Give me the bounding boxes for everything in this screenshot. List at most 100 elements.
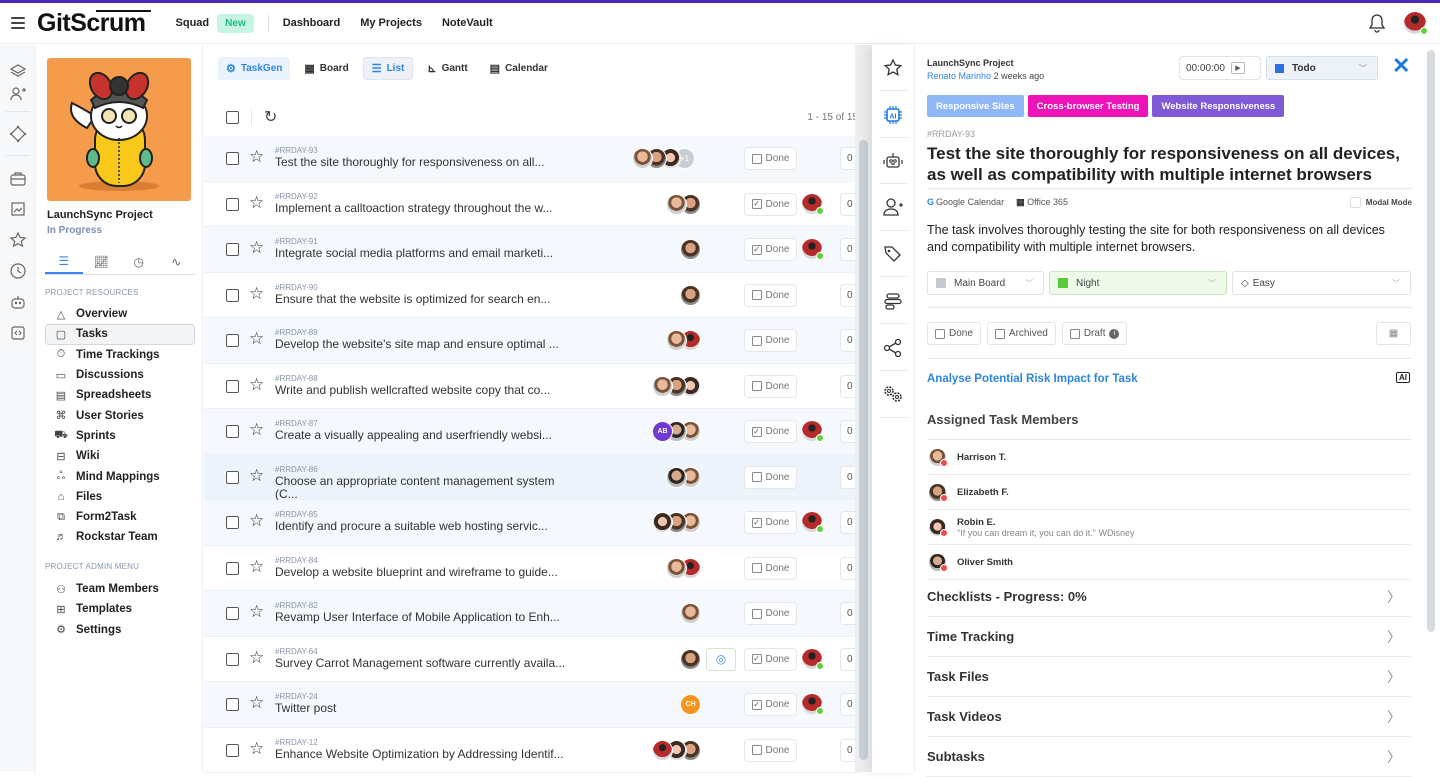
assignee-initials-avatar[interactable]: AB xyxy=(652,421,673,442)
list-scrollbar[interactable] xyxy=(855,45,872,772)
assignee-avatar[interactable] xyxy=(680,603,701,624)
view-tab-taskgen[interactable]: ⚙ TaskGen xyxy=(218,57,291,80)
task-row[interactable]: ☆ #RRDAY-92 Implement a calltoaction strat… xyxy=(204,182,860,227)
assignee-avatar[interactable] xyxy=(652,375,673,397)
diamond-icon[interactable] xyxy=(9,125,27,143)
screenshot-icon[interactable] xyxy=(9,200,27,218)
tab-stats[interactable]: 📈︎ xyxy=(83,249,121,274)
row-checkbox[interactable] xyxy=(226,334,239,347)
scrollbar-thumb[interactable] xyxy=(859,140,868,760)
star-icon[interactable]: ☆ xyxy=(249,648,264,668)
row-checkbox[interactable] xyxy=(226,243,239,256)
done-button[interactable]: Done xyxy=(744,738,797,762)
star-icon[interactable]: ☆ xyxy=(249,329,264,349)
done-button[interactable]: Done xyxy=(744,374,797,398)
done-button[interactable]: ✓ Done xyxy=(744,192,797,216)
sidebar-item-rockstar-team[interactable]: ♬ Rockstar Team xyxy=(45,527,195,547)
close-icon[interactable]: ✕ xyxy=(1392,55,1410,77)
info-icon[interactable]: i xyxy=(1109,328,1120,339)
clock-icon[interactable] xyxy=(9,262,27,280)
completed-by-avatar[interactable] xyxy=(802,648,824,670)
task-title[interactable]: Survey Carrot Management software curren… xyxy=(275,656,575,670)
task-row[interactable]: ☆ #RRDAY-93 Test the site thoroughly for r… xyxy=(204,136,860,182)
hamburger-menu-icon[interactable] xyxy=(11,17,25,29)
task-row[interactable]: ☆ #RRDAY-91 Integrate social media platfor… xyxy=(204,227,860,273)
sidebar-item-files[interactable]: ⌂ Files xyxy=(45,487,195,507)
bell-icon[interactable] xyxy=(1368,13,1386,33)
sidebar-item-user-stories[interactable]: ⌘ User Stories xyxy=(45,405,195,425)
task-title[interactable]: Test the site thoroughly for responsiven… xyxy=(927,143,1407,185)
done-button[interactable]: ✓ Done xyxy=(744,693,797,716)
task-title[interactable]: Write and publish wellcrafted website co… xyxy=(275,383,575,397)
member-row[interactable]: Elizabeth F. xyxy=(927,475,1411,510)
star-icon[interactable]: ☆ xyxy=(249,375,264,395)
done-checkbox[interactable]: Done xyxy=(927,322,981,345)
app-logo[interactable]: GitScrum xyxy=(37,9,151,38)
assignee-avatar[interactable] xyxy=(632,148,653,169)
sidebar-item-templates[interactable]: ⊞ Templates xyxy=(45,599,195,619)
add-member-icon[interactable] xyxy=(882,196,904,218)
star-icon[interactable]: ☆ xyxy=(249,466,264,486)
star-icon[interactable] xyxy=(882,57,904,79)
done-button[interactable]: Done xyxy=(744,602,797,625)
row-checkbox[interactable] xyxy=(226,379,239,393)
row-checkbox[interactable] xyxy=(226,516,239,529)
member-row[interactable]: Harrison T. xyxy=(927,440,1411,475)
sidebar-item-overview[interactable]: △ Overview xyxy=(45,304,195,324)
effort-select[interactable]: ◇ Easy ﹀ xyxy=(1232,271,1411,295)
task-row[interactable]: ☆ #RRDAY-64 Survey Carrot Management softw… xyxy=(204,637,860,682)
assignee-avatar[interactable] xyxy=(680,239,701,260)
done-button[interactable]: ✓ Done xyxy=(744,238,797,261)
task-tag[interactable]: Website Responsiveness xyxy=(1152,95,1285,117)
section-checklists-progress-0[interactable]: Checklists - Progress: 0% 〉 xyxy=(927,577,1411,617)
star-icon[interactable]: ☆ xyxy=(249,739,264,759)
sidebar-item-team-members[interactable]: ⚇ Team Members xyxy=(45,579,195,599)
watch-eye-icon[interactable]: ◎ xyxy=(706,647,736,671)
member-avatar[interactable] xyxy=(929,518,948,537)
author-link[interactable]: Renato Marinho xyxy=(927,71,991,81)
done-button[interactable]: Done xyxy=(744,283,797,307)
share-icon[interactable] xyxy=(882,337,904,359)
section-time-tracking[interactable]: Time Tracking 〉 xyxy=(927,617,1411,657)
task-row[interactable]: ☆ #RRDAY-12 Enhance Website Optimization b… xyxy=(204,728,860,773)
nav-dashboard[interactable]: Dashboard xyxy=(283,17,340,29)
task-title[interactable]: Integrate social media platforms and ema… xyxy=(275,247,575,260)
task-row[interactable]: ☆ #RRDAY-24 Twitter post CH ✓ Done 0 xyxy=(204,682,860,728)
sidebar-item-settings[interactable]: ⚙ Settings xyxy=(45,620,195,640)
star-icon[interactable]: ☆ xyxy=(249,602,264,622)
scrollbar-thumb[interactable] xyxy=(1427,50,1435,632)
completed-by-avatar[interactable] xyxy=(802,239,824,260)
row-checkbox[interactable] xyxy=(226,152,239,165)
user-avatar[interactable] xyxy=(1404,12,1428,35)
task-row[interactable]: ☆ #RRDAY-89 Develop the website's site map… xyxy=(204,318,860,364)
layers-add-icon[interactable] xyxy=(9,61,27,79)
play-icon[interactable]: ▶ xyxy=(1230,62,1245,74)
analyse-risk-link[interactable]: Analyse Potential Risk Impact for Task xyxy=(927,373,1138,385)
task-title[interactable]: Twitter post xyxy=(275,702,575,715)
google-calendar-link[interactable]: G Google Calendar xyxy=(927,197,1004,208)
detail-scrollbar[interactable] xyxy=(1424,45,1440,772)
completed-by-avatar[interactable] xyxy=(802,694,824,715)
member-avatar[interactable] xyxy=(929,483,948,502)
task-title[interactable]: Revamp User Interface of Mobile Applicat… xyxy=(275,611,575,624)
tab-history[interactable]: ◷ xyxy=(120,249,158,274)
row-checkbox[interactable] xyxy=(226,197,239,211)
task-row[interactable]: ☆ #RRDAY-84 Develop a website blueprint an… xyxy=(204,546,860,591)
task-title[interactable]: Identify and procure a suitable web host… xyxy=(275,520,575,533)
sidebar-item-wiki[interactable]: ⊟ Wiki xyxy=(45,446,195,466)
task-title[interactable]: Implement a calltoaction strategy throug… xyxy=(275,201,575,215)
row-checkbox[interactable] xyxy=(226,561,239,575)
nav-squad[interactable]: Squad xyxy=(176,17,210,29)
done-button[interactable]: Done xyxy=(744,556,797,580)
status-select[interactable]: Todo ﹀ xyxy=(1266,56,1378,80)
assignee-avatar[interactable] xyxy=(652,512,673,533)
star-icon[interactable]: ☆ xyxy=(249,511,264,531)
assignee-avatar[interactable] xyxy=(666,330,687,351)
robot-icon[interactable] xyxy=(882,150,904,172)
task-row[interactable]: ☆ #RRDAY-82 Revamp User Interface of Mobil… xyxy=(204,591,860,637)
task-row[interactable]: ☆ #RRDAY-86 Choose an appropriate content … xyxy=(204,454,860,500)
member-row[interactable]: Oliver Smith xyxy=(927,545,1411,580)
task-description[interactable]: The task involves thoroughly testing the… xyxy=(927,222,1397,255)
assignee-initials-avatar[interactable]: CH xyxy=(680,694,701,715)
sidebar-item-sprints[interactable]: ⛟ Sprints xyxy=(45,426,195,446)
